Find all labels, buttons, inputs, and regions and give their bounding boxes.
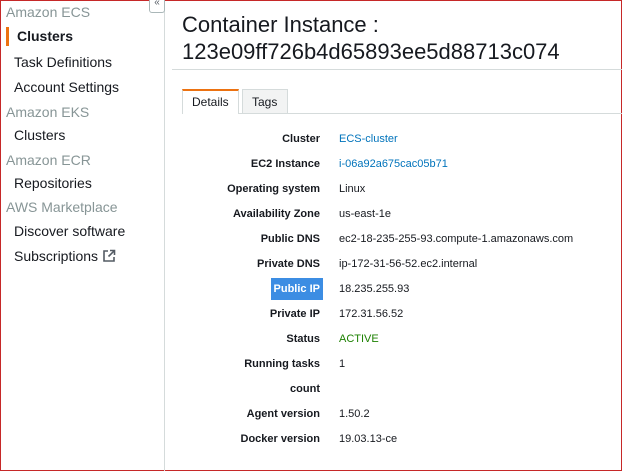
sidebar-item-task-definitions[interactable]: Task Definitions [14, 54, 112, 70]
page-title-container-id: 123e09ff726b4d65893ee5d88713c074 [182, 39, 560, 64]
sidebar-item-discover-software[interactable]: Discover software [14, 223, 125, 239]
detail-value-public-dns: ec2-18-235-255-93.compute-1.amazonaws.co… [339, 233, 574, 245]
title-divider [172, 69, 622, 70]
detail-label-public-ip-selected: Public IP [270, 278, 323, 300]
sidebar-item-repositories[interactable]: Repositories [14, 175, 92, 191]
detail-label-agent-version: Agent version [246, 408, 320, 420]
tab-tags[interactable]: Tags [242, 89, 288, 114]
detail-label-status: Status [286, 333, 320, 345]
detail-value-public-ip: 18.235.255.93 [339, 283, 410, 295]
tab-panel-divider [182, 113, 622, 114]
tab-details[interactable]: Details [182, 89, 239, 114]
status-badge: ACTIVE [339, 333, 379, 345]
detail-label-running-tasks: Running tasks [244, 358, 320, 370]
detail-value-availability-zone: us-east-1e [339, 208, 391, 220]
detail-value-agent-version: 1.50.2 [339, 408, 370, 420]
sidebar-item-ecs-clusters[interactable]: Clusters [17, 28, 73, 44]
detail-value-cluster-link[interactable]: ECS-cluster [339, 128, 398, 150]
detail-value-running-tasks: 1 [339, 358, 346, 370]
sidebar-item-eks-clusters[interactable]: Clusters [14, 127, 65, 143]
nav-section-amazon-ecs: Amazon ECS [6, 4, 91, 20]
detail-label-docker-version: Docker version [240, 433, 320, 445]
detail-value-private-dns: ip-172-31-56-52.ec2.internal [339, 258, 478, 270]
detail-value-docker-version: 19.03.13-ce [339, 433, 398, 445]
detail-label-public-dns: Public DNS [260, 233, 320, 245]
detail-label-private-dns: Private DNS [257, 258, 320, 270]
nav-section-aws-marketplace: AWS Marketplace [6, 199, 118, 215]
detail-value-operating-system: Linux [339, 183, 366, 195]
sidebar-item-subscriptions[interactable]: Subscriptions [14, 248, 116, 266]
external-link-icon [102, 249, 116, 266]
sidebar-nav: « Amazon ECS Clusters Task Definitions A… [0, 0, 165, 471]
page-title: Container Instance : 123e09ff726b4d65893… [182, 11, 560, 65]
detail-label-private-ip: Private IP [269, 308, 320, 320]
detail-label-count: count [290, 383, 320, 395]
sidebar-item-account-settings[interactable]: Account Settings [14, 79, 119, 95]
detail-label-ec2-instance: EC2 Instance [250, 158, 320, 170]
detail-label-operating-system: Operating system [227, 183, 320, 195]
detail-value-ec2-instance-link[interactable]: i-06a92a675cac05b71 [339, 153, 448, 175]
detail-label-availability-zone: Availability Zone [232, 208, 320, 220]
detail-value-private-ip: 172.31.56.52 [339, 308, 404, 320]
sidebar-item-subscriptions-label: Subscriptions [14, 248, 99, 264]
nav-section-amazon-eks: Amazon EKS [6, 104, 90, 120]
collapse-sidebar-button[interactable]: « [149, 0, 165, 13]
active-indicator [6, 27, 9, 46]
nav-section-amazon-ecr: Amazon ECR [6, 152, 91, 168]
detail-label-cluster: Cluster [282, 133, 320, 145]
page-title-line1: Container Instance : [182, 12, 379, 37]
